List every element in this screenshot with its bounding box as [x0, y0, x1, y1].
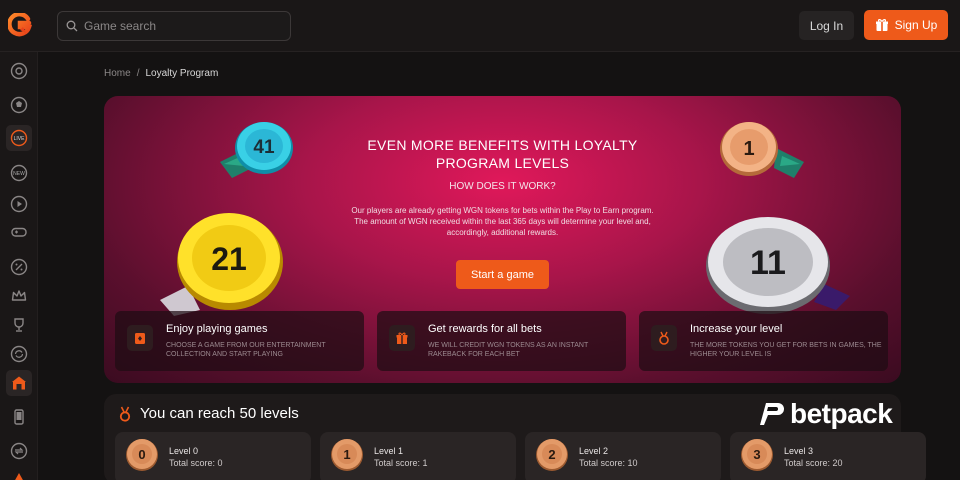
- level-card[interactable]: 2 Level 2 Total score: 10: [525, 432, 721, 480]
- search-input[interactable]: [84, 19, 284, 33]
- medal-21-icon: 21: [160, 213, 283, 316]
- level-coin-icon: 2: [536, 439, 568, 471]
- medal-1-label: 1: [743, 138, 754, 160]
- login-button[interactable]: Log In: [799, 11, 854, 40]
- medal-11-icon: 11: [706, 217, 850, 314]
- breadcrumb-home[interactable]: Home: [104, 68, 131, 79]
- feature-card: Enjoy playing games CHOOSE A GAME FROM O…: [115, 311, 364, 371]
- medal-41-label: 41: [253, 137, 275, 158]
- level-card[interactable]: 1 Level 1 Total score: 1: [320, 432, 516, 480]
- loyalty-hero-banner: 41 21 1 11 EVEN MORE BENEFITS WITH LOYAL…: [104, 96, 901, 383]
- level-score: Total score: 1: [374, 458, 428, 468]
- top-bar: Log In Sign Up: [0, 0, 960, 52]
- level-coin-icon: 0: [126, 439, 158, 471]
- mobile-icon[interactable]: [6, 404, 32, 430]
- level-card[interactable]: 3 Level 3 Total score: 20: [730, 432, 926, 480]
- level-name: Level 3: [784, 446, 814, 456]
- medal-41-icon: 41: [220, 122, 293, 178]
- soccer-ball-icon[interactable]: [6, 92, 32, 118]
- medal-11-label: 11: [750, 244, 786, 282]
- signup-label: Sign Up: [894, 18, 938, 32]
- trophy-icon[interactable]: [6, 312, 32, 338]
- percent-icon[interactable]: [6, 254, 32, 280]
- medal-icon: [651, 325, 677, 351]
- feature-title: Get rewards for all bets: [428, 323, 542, 335]
- hero-title: EVEN MORE BENEFITS WITH LOYALTY PROGRAM …: [304, 136, 701, 172]
- level-score: Total score: 10: [579, 458, 638, 468]
- level-coin-label: 0: [138, 447, 145, 462]
- svg-text:LIVE: LIVE: [14, 136, 26, 142]
- start-game-button[interactable]: Start a game: [456, 260, 549, 289]
- breadcrumb-current: Loyalty Program: [145, 68, 219, 79]
- exchange-icon[interactable]: [6, 438, 32, 464]
- crown-icon[interactable]: [6, 283, 32, 309]
- hero-title-line2: PROGRAM LEVELS: [435, 155, 570, 171]
- promo-icon[interactable]: [6, 466, 32, 480]
- betpack-watermark: betpack: [758, 398, 893, 430]
- feature-title: Increase your level: [690, 323, 783, 335]
- feature-card: Increase your level THE MORE TOKENS YOU …: [639, 311, 888, 371]
- gift-icon: [389, 325, 415, 351]
- svg-text:NEW: NEW: [13, 171, 25, 177]
- live-icon[interactable]: LIVE: [6, 125, 32, 151]
- level-score: Total score: 20: [784, 458, 843, 468]
- feature-description: WE WILL CREDIT WGN TOKENS AS AN INSTANT …: [428, 342, 589, 358]
- hero-title-line1: EVEN MORE BENEFITS WITH LOYALTY: [367, 137, 638, 153]
- levels-heading: You can reach 50 levels: [118, 405, 299, 422]
- level-coin-label: 1: [343, 447, 350, 462]
- cards-icon: [127, 325, 153, 351]
- breadcrumb: Home / Loyalty Program: [104, 68, 218, 79]
- level-coin-icon: 1: [331, 439, 363, 471]
- gift-icon: [875, 19, 888, 31]
- feature-title: Enjoy playing games: [166, 323, 268, 335]
- play-icon[interactable]: [6, 191, 32, 217]
- level-score: Total score: 0: [169, 458, 223, 468]
- level-coin-label: 2: [548, 447, 555, 462]
- feature-description: THE MORE TOKENS YOU GET FOR BETS IN GAME…: [690, 342, 882, 358]
- medal-icon: [119, 406, 131, 422]
- signup-button[interactable]: Sign Up: [864, 10, 948, 40]
- new-icon[interactable]: NEW: [6, 160, 32, 186]
- levels-title: You can reach 50 levels: [140, 405, 299, 422]
- level-card[interactable]: 0 Level 0 Total score: 0: [115, 432, 311, 480]
- search-box[interactable]: [57, 11, 291, 41]
- level-coin-label: 3: [753, 447, 760, 462]
- level-name: Level 1: [374, 446, 404, 456]
- loyalty-icon[interactable]: [6, 370, 32, 396]
- level-name: Level 2: [579, 446, 609, 456]
- gamepad-icon[interactable]: [6, 219, 32, 245]
- roulette-icon[interactable]: [6, 58, 32, 84]
- breadcrumb-separator: /: [136, 68, 140, 79]
- g-logo-icon[interactable]: [7, 11, 33, 37]
- betpack-wordmark: betpack: [790, 398, 893, 429]
- search-icon: [66, 20, 78, 32]
- hero-description: Our players are already getting WGN toke…: [351, 206, 654, 237]
- level-coin-icon: 3: [741, 439, 773, 471]
- feature-card: Get rewards for all bets WE WILL CREDIT …: [377, 311, 626, 371]
- medal-21-label: 21: [211, 241, 247, 277]
- level-name: Level 0: [169, 446, 199, 456]
- medal-1-icon: 1: [720, 122, 804, 178]
- feature-description: CHOOSE A GAME FROM OUR ENTERTAINMENT COL…: [166, 342, 326, 358]
- betpack-logo-icon: [760, 403, 784, 425]
- refresh-icon[interactable]: [6, 341, 32, 367]
- hero-subtitle: HOW DOES IT WORK?: [449, 181, 556, 192]
- sidebar: LIVE NEW: [0, 52, 38, 480]
